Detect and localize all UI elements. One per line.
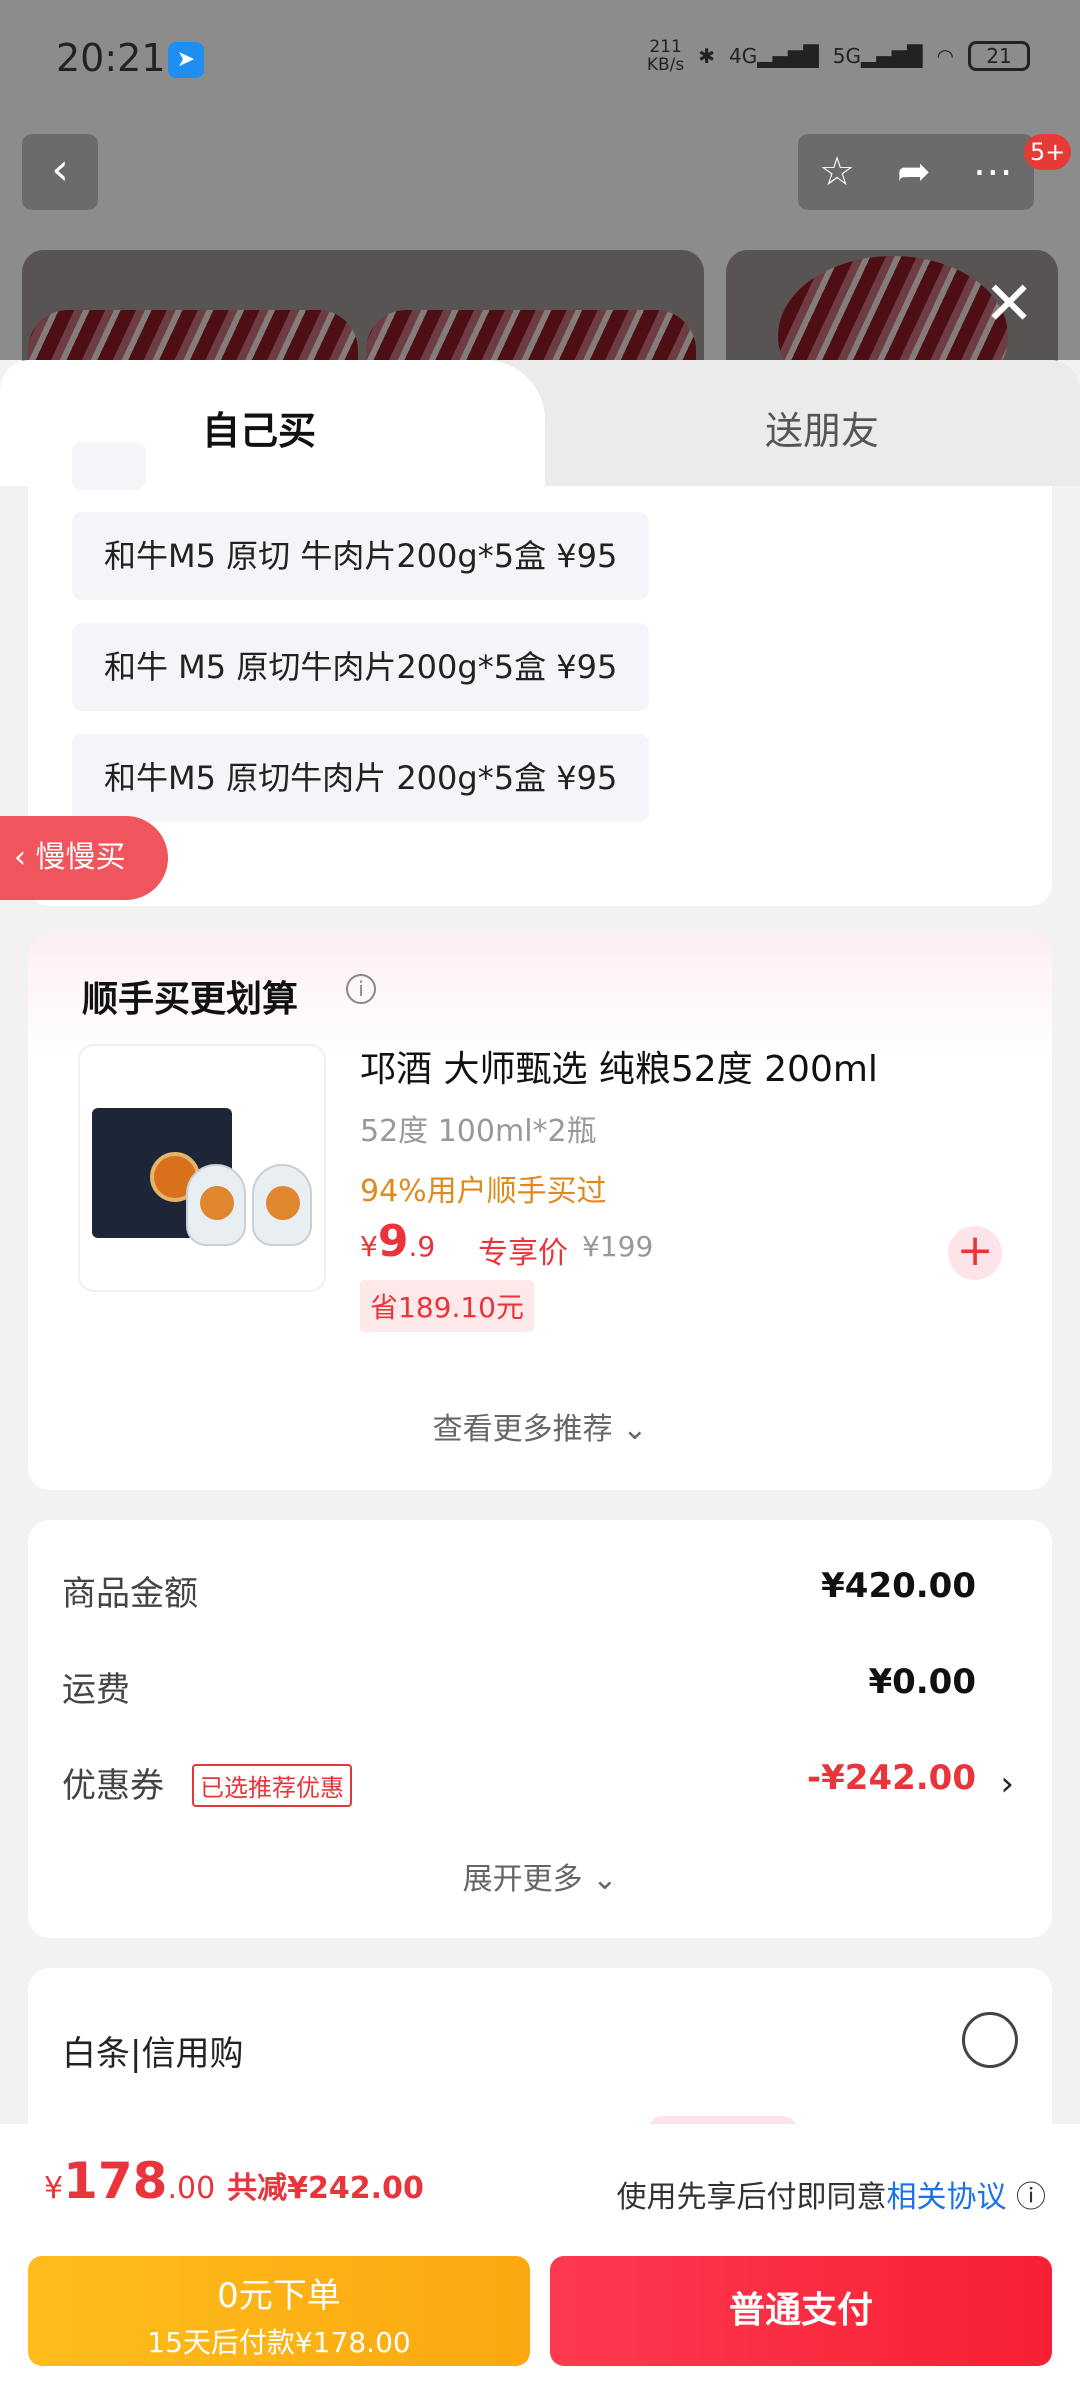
net-speed: 211 KB/s bbox=[646, 37, 685, 75]
shipping-value: ¥0.00 bbox=[868, 1662, 976, 1702]
coupon-recommend-tag: 已选推荐优惠 bbox=[192, 1764, 352, 1807]
price-detail-card: 商品金额 ¥420.00 运费 ¥0.00 优惠券 已选推荐优惠 -¥242.0… bbox=[28, 1520, 1052, 1938]
tab-buy-self[interactable]: 自己买 bbox=[202, 400, 316, 455]
product-spec: 52度 100ml*2瓶 bbox=[360, 1114, 597, 1149]
tab-gift-friend[interactable]: 送朋友 bbox=[765, 400, 879, 455]
agreement-text: 使用先享后付即同意相关协议 ⓘ bbox=[616, 2180, 1046, 2215]
coupon-label: 优惠券 bbox=[62, 1766, 164, 1806]
add-to-order-button[interactable]: + bbox=[948, 1226, 1002, 1280]
status-bar: 20:21 ➤ 211 KB/s ✱ 4G▂▄▆█ 5G▂▄▆█ ◠ 21 bbox=[0, 0, 1080, 120]
recommendation-card: 顺手买更划算 i 邛酒 大师甄选 纯粮52度 200ml 52度 100ml*2… bbox=[28, 934, 1052, 1490]
info-icon[interactable]: i bbox=[346, 974, 376, 1004]
bottle bbox=[252, 1164, 312, 1246]
back-button[interactable]: ‹ bbox=[22, 134, 98, 210]
price-tag: 专享价 bbox=[478, 1236, 568, 1271]
goods-amount-value: ¥420.00 bbox=[821, 1566, 976, 1606]
product-image[interactable] bbox=[78, 1044, 326, 1292]
coupon-value[interactable]: -¥242.00 bbox=[807, 1758, 976, 1798]
chevron-left-icon: ‹ bbox=[14, 840, 36, 875]
battery-icon: 21 bbox=[968, 41, 1030, 71]
favorite-star-icon[interactable]: ☆ bbox=[819, 149, 855, 195]
spec-options-card: 和牛M5 原切 牛肉片200g*5盒 ¥95 和牛 M5 原切牛肉片200g*5… bbox=[28, 442, 1052, 906]
total-saved: 共减¥242.00 bbox=[227, 2171, 424, 2206]
product-price: ¥9.9 bbox=[360, 1216, 436, 1267]
normal-pay-button[interactable]: 普通支付 bbox=[550, 2256, 1052, 2366]
signal-4g-icon: 4G▂▄▆█ bbox=[729, 44, 819, 68]
bottle bbox=[186, 1164, 246, 1246]
goods-amount-label: 商品金额 bbox=[62, 1574, 198, 1614]
spec-option[interactable]: 和牛M5 原切牛肉片 200g*5盒 ¥95 bbox=[72, 734, 650, 822]
product-name[interactable]: 邛酒 大师甄选 纯粮52度 200ml bbox=[360, 1040, 878, 1092]
more-icon[interactable]: ⋯ bbox=[973, 149, 1013, 195]
agreement-link[interactable]: 相关协议 bbox=[886, 2180, 1006, 2215]
chevron-right-icon[interactable]: › bbox=[1000, 1764, 1014, 1804]
slow-buy-button[interactable]: ‹ 慢慢买 bbox=[0, 816, 168, 900]
chevron-left-icon: ‹ bbox=[51, 144, 69, 195]
header-actions: ☆ ➦ ⋯ bbox=[798, 134, 1034, 210]
spec-option[interactable]: 和牛M5 原切 牛肉片200g*5盒 ¥95 bbox=[72, 512, 650, 600]
wifi-icon: ◠ bbox=[936, 44, 954, 68]
expand-more[interactable]: 展开更多 ⌄ bbox=[28, 1854, 1052, 1898]
share-icon[interactable]: ➦ bbox=[897, 149, 931, 195]
info-icon[interactable]: ⓘ bbox=[1016, 2180, 1046, 2215]
pay-later-button[interactable]: 0元下单 15天后付款¥178.00 bbox=[28, 2256, 530, 2366]
signal-5g-icon: 5G▂▄▆█ bbox=[832, 44, 923, 68]
save-badge: 省189.10元 bbox=[360, 1280, 534, 1332]
status-time: 20:21 bbox=[56, 36, 166, 80]
more-recommendations[interactable]: 查看更多推荐 ⌄ bbox=[28, 1404, 1052, 1448]
status-icons: 211 KB/s ✱ 4G▂▄▆█ 5G▂▄▆█ ◠ 21 bbox=[647, 38, 1030, 74]
bluetooth-icon: ✱ bbox=[698, 44, 716, 68]
close-icon[interactable]: ✕ bbox=[984, 274, 1034, 334]
credit-pay-title: 白条|信用购 bbox=[62, 2034, 244, 2074]
total-price: ¥178.00 共减¥242.00 bbox=[44, 2152, 424, 2210]
plus-icon: + bbox=[956, 1225, 994, 1276]
product-users-note: 94%用户顺手买过 bbox=[360, 1174, 607, 1209]
tab-bar: 自己买 送朋友 bbox=[0, 360, 1080, 486]
recommendation-title: 顺手买更划算 bbox=[82, 979, 299, 1020]
spec-option[interactable]: 和牛 M5 原切牛肉片200g*5盒 ¥95 bbox=[72, 623, 650, 711]
app-notification-icon: ➤ bbox=[168, 42, 204, 78]
spec-option[interactable] bbox=[72, 442, 147, 490]
notification-badge: 5+ bbox=[1024, 134, 1072, 170]
purchase-sheet: 自己买 送朋友 和牛M5 原切 牛肉片200g*5盒 ¥95 和牛 M5 原切牛… bbox=[0, 360, 1080, 2400]
original-price: ¥199 bbox=[582, 1230, 654, 1263]
shipping-label: 运费 bbox=[62, 1670, 130, 1710]
checkout-bar: ¥178.00 共减¥242.00 使用先享后付即同意相关协议 ⓘ 0元下单 15… bbox=[0, 2124, 1080, 2400]
credit-pay-radio[interactable] bbox=[962, 2012, 1018, 2068]
